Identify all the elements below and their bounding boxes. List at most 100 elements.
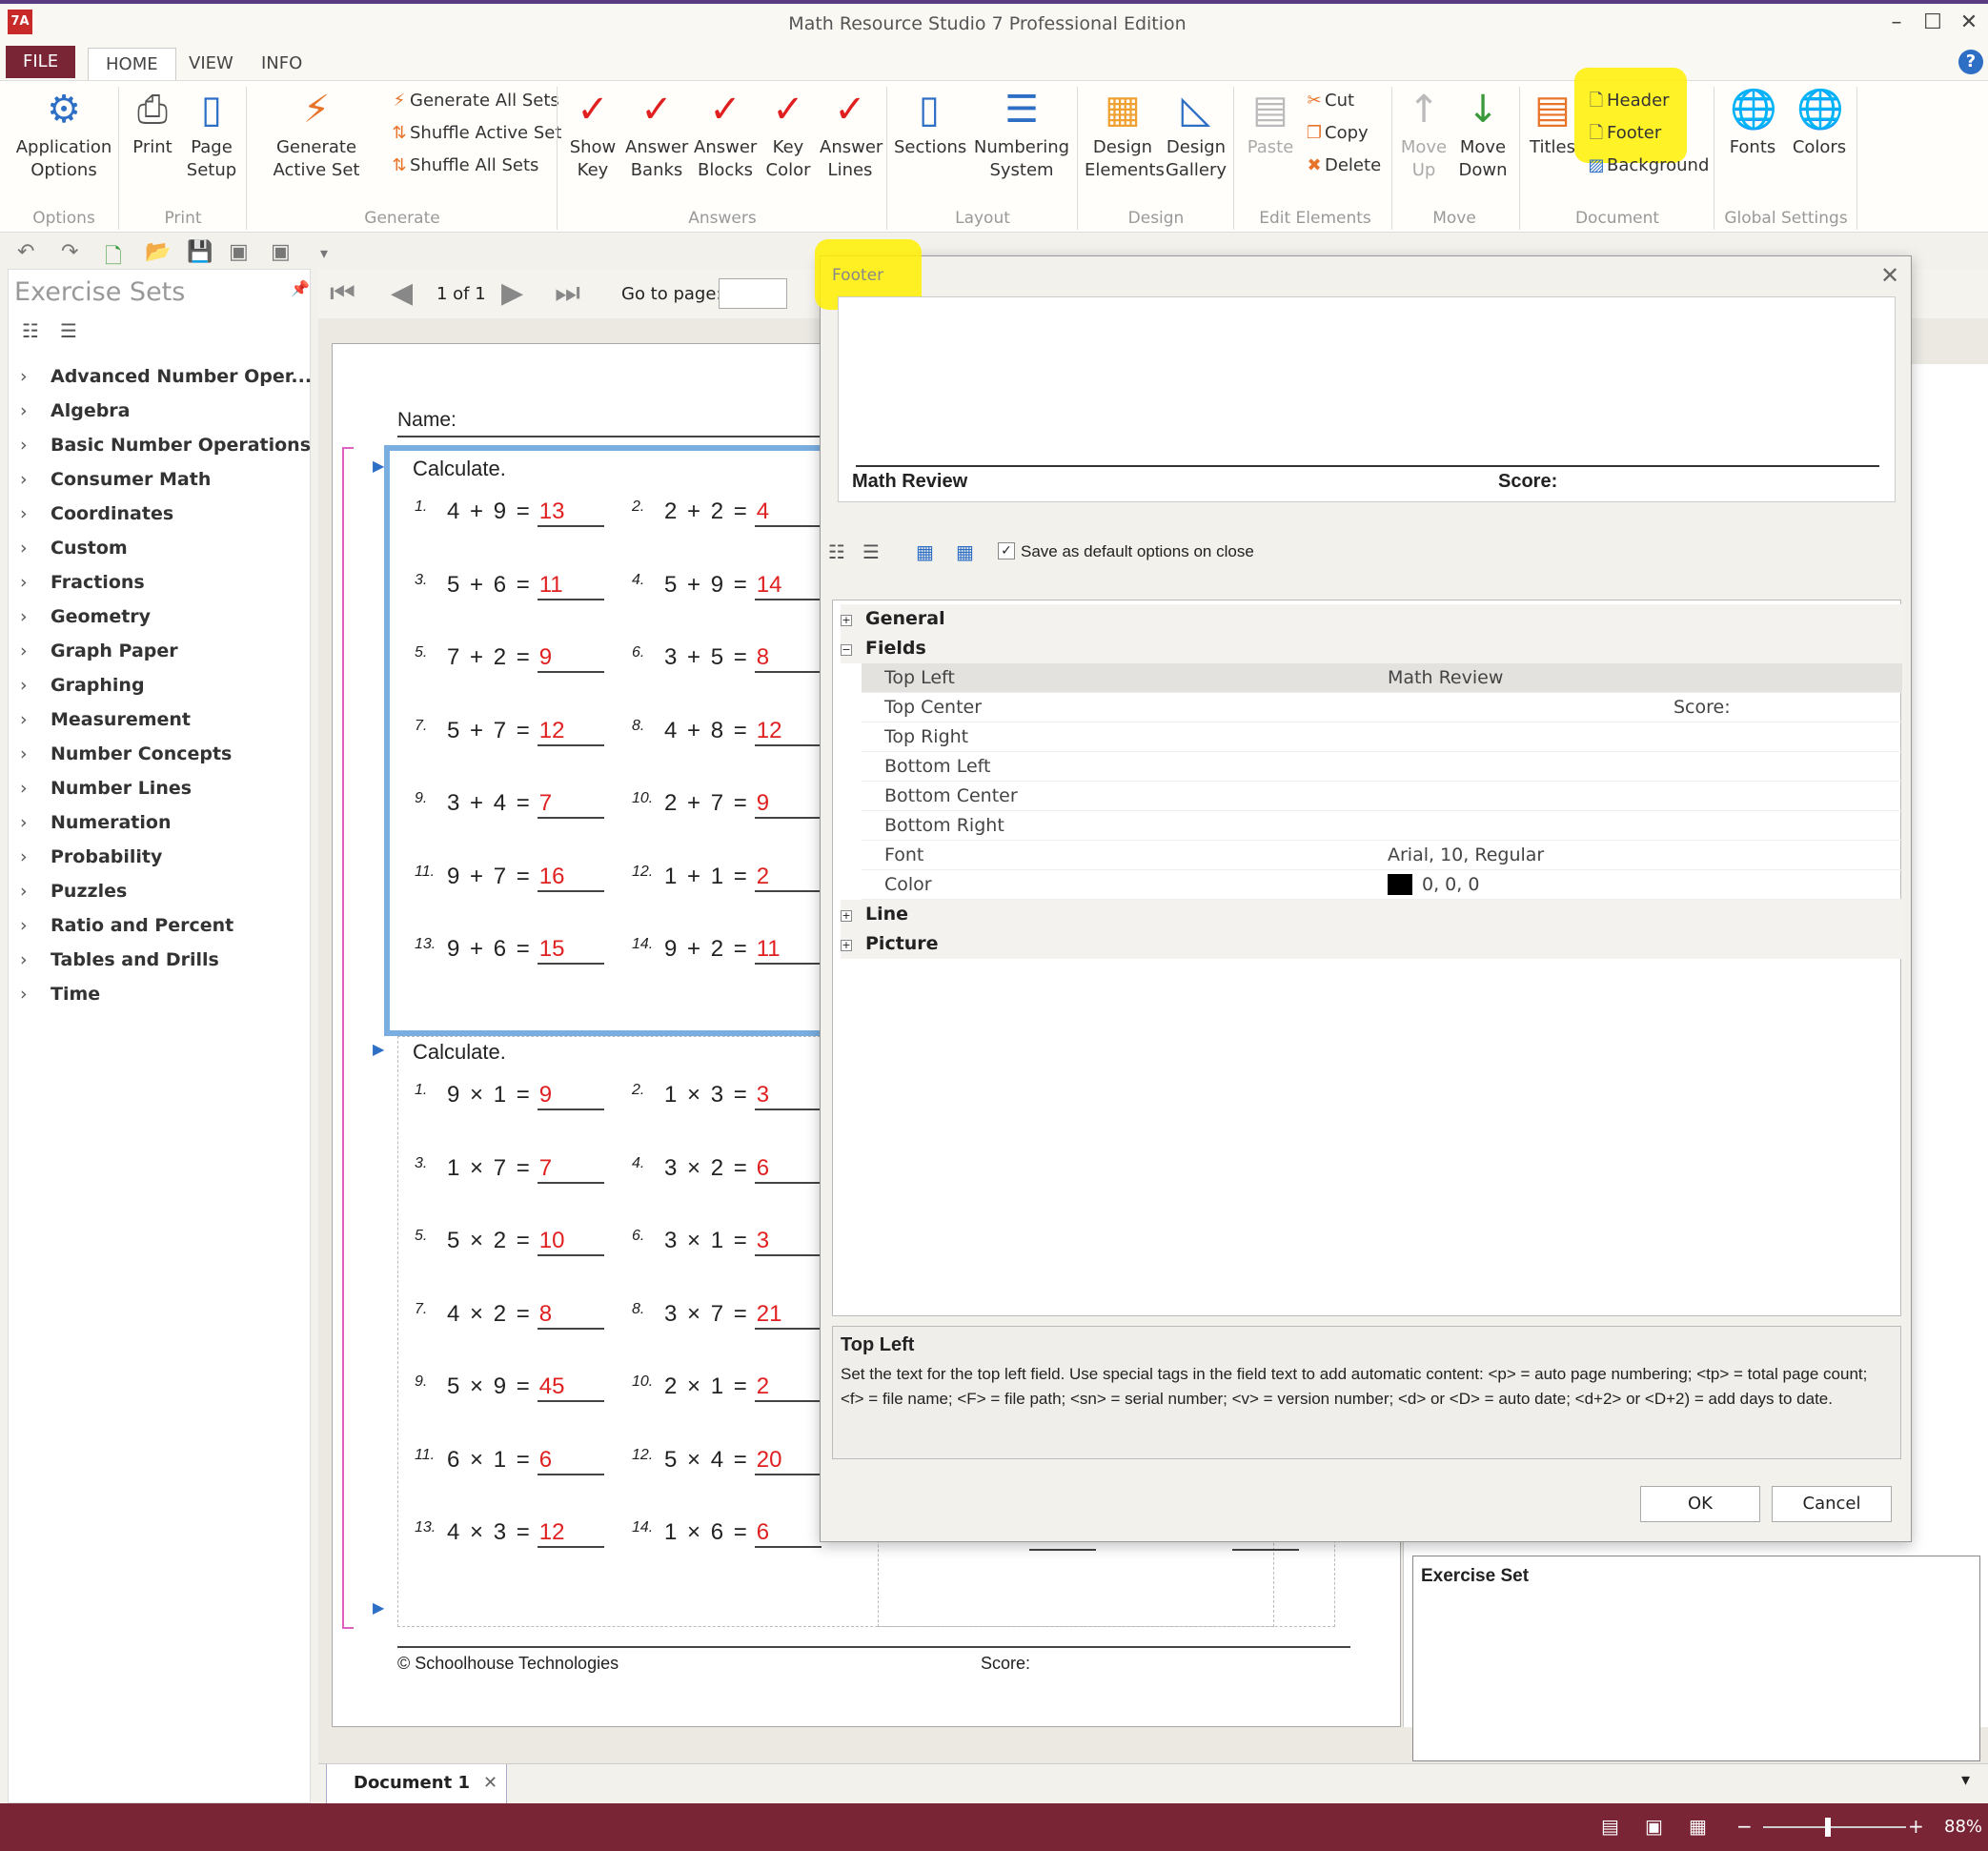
tree-item[interactable]: › Puzzles [20, 874, 127, 908]
close-tab-icon[interactable]: ✕ [483, 1764, 497, 1802]
last-page-icon[interactable]: ⏭ [555, 276, 580, 310]
chevron-right-icon[interactable]: › [20, 840, 51, 874]
chevron-right-icon[interactable]: › [20, 943, 51, 977]
pin-icon[interactable]: 📌 [291, 279, 310, 297]
design-elements-button[interactable]: ▦ Design Elements [1085, 87, 1165, 182]
application-options-button[interactable]: ⚙ Application Options [13, 87, 114, 182]
tree-item[interactable]: › Number Lines [20, 771, 192, 805]
paste-button[interactable]: ▤ Paste [1241, 87, 1300, 159]
chevron-right-icon[interactable]: › [20, 394, 51, 428]
property-row[interactable]: Color 0, 0, 0 [862, 870, 1902, 900]
next-page-icon[interactable]: ▶ [501, 276, 523, 310]
set-marker-icon[interactable]: ▶ [373, 1598, 384, 1617]
shuffle-all-sets-button[interactable]: ⇅ Shuffle All Sets [389, 152, 538, 180]
category-fields[interactable]: − Fields [841, 634, 1902, 663]
cut-button[interactable]: ✂ Cut [1304, 87, 1354, 115]
chevron-right-icon[interactable]: › [20, 462, 51, 497]
categorized-icon[interactable]: ☷ [828, 540, 845, 563]
delete-button[interactable]: ✖ Delete [1304, 152, 1381, 180]
tree-item[interactable]: › Probability [20, 840, 162, 874]
tree-item[interactable]: › Advanced Number Oper... [20, 359, 312, 394]
zoom-in-icon[interactable]: + [1908, 1815, 1924, 1838]
generate-active-set-button[interactable]: ⚡ Generate Active Set [254, 87, 379, 182]
set-marker-icon[interactable]: ▶ [373, 1040, 384, 1058]
close-icon[interactable]: ✕ [1880, 262, 1899, 289]
property-row[interactable]: Top Left Math Review [862, 663, 1902, 693]
tab-info[interactable]: INFO [244, 48, 319, 80]
save-default-checkbox[interactable]: ✓ [998, 542, 1015, 559]
ok-button[interactable]: OK [1640, 1486, 1760, 1522]
numbering-system-button[interactable]: ☰ Numbering System [972, 87, 1071, 182]
chevron-right-icon[interactable]: › [20, 668, 51, 702]
cancel-button[interactable]: Cancel [1772, 1486, 1892, 1522]
property-row[interactable]: Bottom Left [862, 752, 1902, 782]
zoom-slider[interactable] [1763, 1818, 1906, 1837]
tree-item[interactable]: › Fractions [20, 565, 145, 600]
tree-item[interactable]: › Coordinates [20, 497, 173, 531]
set-marker-icon[interactable]: ▶ [373, 457, 384, 475]
tab-list-dropdown-icon[interactable]: ▾ [1961, 1770, 1970, 1790]
close-icon[interactable]: ✕ [1954, 10, 1984, 36]
expand-all-icon[interactable]: ☷ [22, 319, 39, 342]
page-setup-button[interactable]: ▯ Page Setup [183, 87, 240, 182]
tree-item[interactable]: › Numeration [20, 805, 171, 840]
collapse-icon[interactable]: − [841, 644, 852, 656]
property-row[interactable]: Bottom Right [862, 811, 1902, 841]
tree-item[interactable]: › Number Concepts [20, 737, 232, 771]
save-icon[interactable]: 💾 [187, 240, 213, 264]
key-color-button[interactable]: ✓ Key Color [761, 87, 816, 182]
help-icon[interactable]: ? [1958, 50, 1983, 74]
tree-item[interactable]: › Graph Paper [20, 634, 178, 668]
background-button[interactable]: ▨ Background [1586, 152, 1709, 180]
first-page-icon[interactable]: ⏮ [330, 276, 355, 310]
tab-home[interactable]: HOME [88, 48, 176, 80]
chevron-right-icon[interactable]: › [20, 702, 51, 737]
tree-item[interactable]: › Measurement [20, 702, 191, 737]
expand-icon[interactable]: + [841, 910, 852, 922]
tree-item[interactable]: › Custom [20, 531, 128, 565]
save-as-icon[interactable]: ▣ [229, 240, 249, 264]
colors-button[interactable]: 🌐 Colors [1788, 87, 1851, 159]
zoom-out-icon[interactable]: − [1736, 1815, 1753, 1838]
fit-view-icon[interactable]: ▦ [1689, 1815, 1707, 1838]
chevron-right-icon[interactable]: › [20, 565, 51, 600]
chevron-right-icon[interactable]: › [20, 634, 51, 668]
document-tab[interactable]: Document 1 ✕ [326, 1764, 507, 1804]
header-button[interactable]: 🗋 Header [1586, 87, 1670, 115]
chevron-right-icon[interactable]: › [20, 874, 51, 908]
load-defaults-icon[interactable]: ▦ [956, 540, 974, 563]
redo-icon[interactable]: ↷ [61, 240, 78, 264]
minimize-icon[interactable]: – [1881, 10, 1912, 36]
tab-file[interactable]: FILE [6, 46, 76, 78]
property-row[interactable]: Bottom Center [862, 782, 1902, 811]
chevron-right-icon[interactable]: › [20, 737, 51, 771]
footer-button[interactable]: 🗋 Footer [1586, 119, 1662, 148]
tree-item[interactable]: › Basic Number Operations [20, 428, 311, 462]
normal-view-icon[interactable]: ▤ [1601, 1815, 1619, 1838]
reset-defaults-icon[interactable]: ▦ [916, 540, 934, 563]
goto-page-input[interactable] [719, 278, 787, 309]
color-swatch[interactable] [1388, 874, 1412, 895]
collapse-all-icon[interactable]: ☰ [60, 319, 77, 342]
property-row[interactable]: Font Arial, 10, Regular [862, 841, 1902, 870]
category-general[interactable]: + General [841, 604, 1902, 634]
chevron-right-icon[interactable]: › [20, 805, 51, 840]
answer-lines-button[interactable]: ✓ Answer Lines [820, 87, 882, 182]
property-row[interactable]: Top Right [862, 722, 1902, 752]
page-view-icon[interactable]: ▣ [1645, 1815, 1663, 1838]
design-gallery-button[interactable]: ◺ Design Gallery [1165, 87, 1227, 182]
customize-dropdown-icon[interactable]: ▾ [320, 244, 328, 262]
property-row[interactable]: Top Center Score: [862, 693, 1902, 722]
move-up-button[interactable]: ↑ Move Up [1397, 87, 1450, 182]
generate-all-sets-button[interactable]: ⚡ Generate All Sets [389, 87, 559, 115]
tree-item[interactable]: › Geometry [20, 600, 151, 634]
chevron-right-icon[interactable]: › [20, 359, 51, 394]
chevron-right-icon[interactable]: › [20, 497, 51, 531]
category-picture[interactable]: + Picture [841, 929, 1902, 959]
previous-page-icon[interactable]: ◀ [391, 276, 413, 310]
copy-button[interactable]: ❐ Copy [1304, 119, 1369, 148]
chevron-right-icon[interactable]: › [20, 908, 51, 943]
tree-item[interactable]: › Consumer Math [20, 462, 211, 497]
maximize-icon[interactable]: ☐ [1917, 10, 1948, 36]
chevron-right-icon[interactable]: › [20, 531, 51, 565]
